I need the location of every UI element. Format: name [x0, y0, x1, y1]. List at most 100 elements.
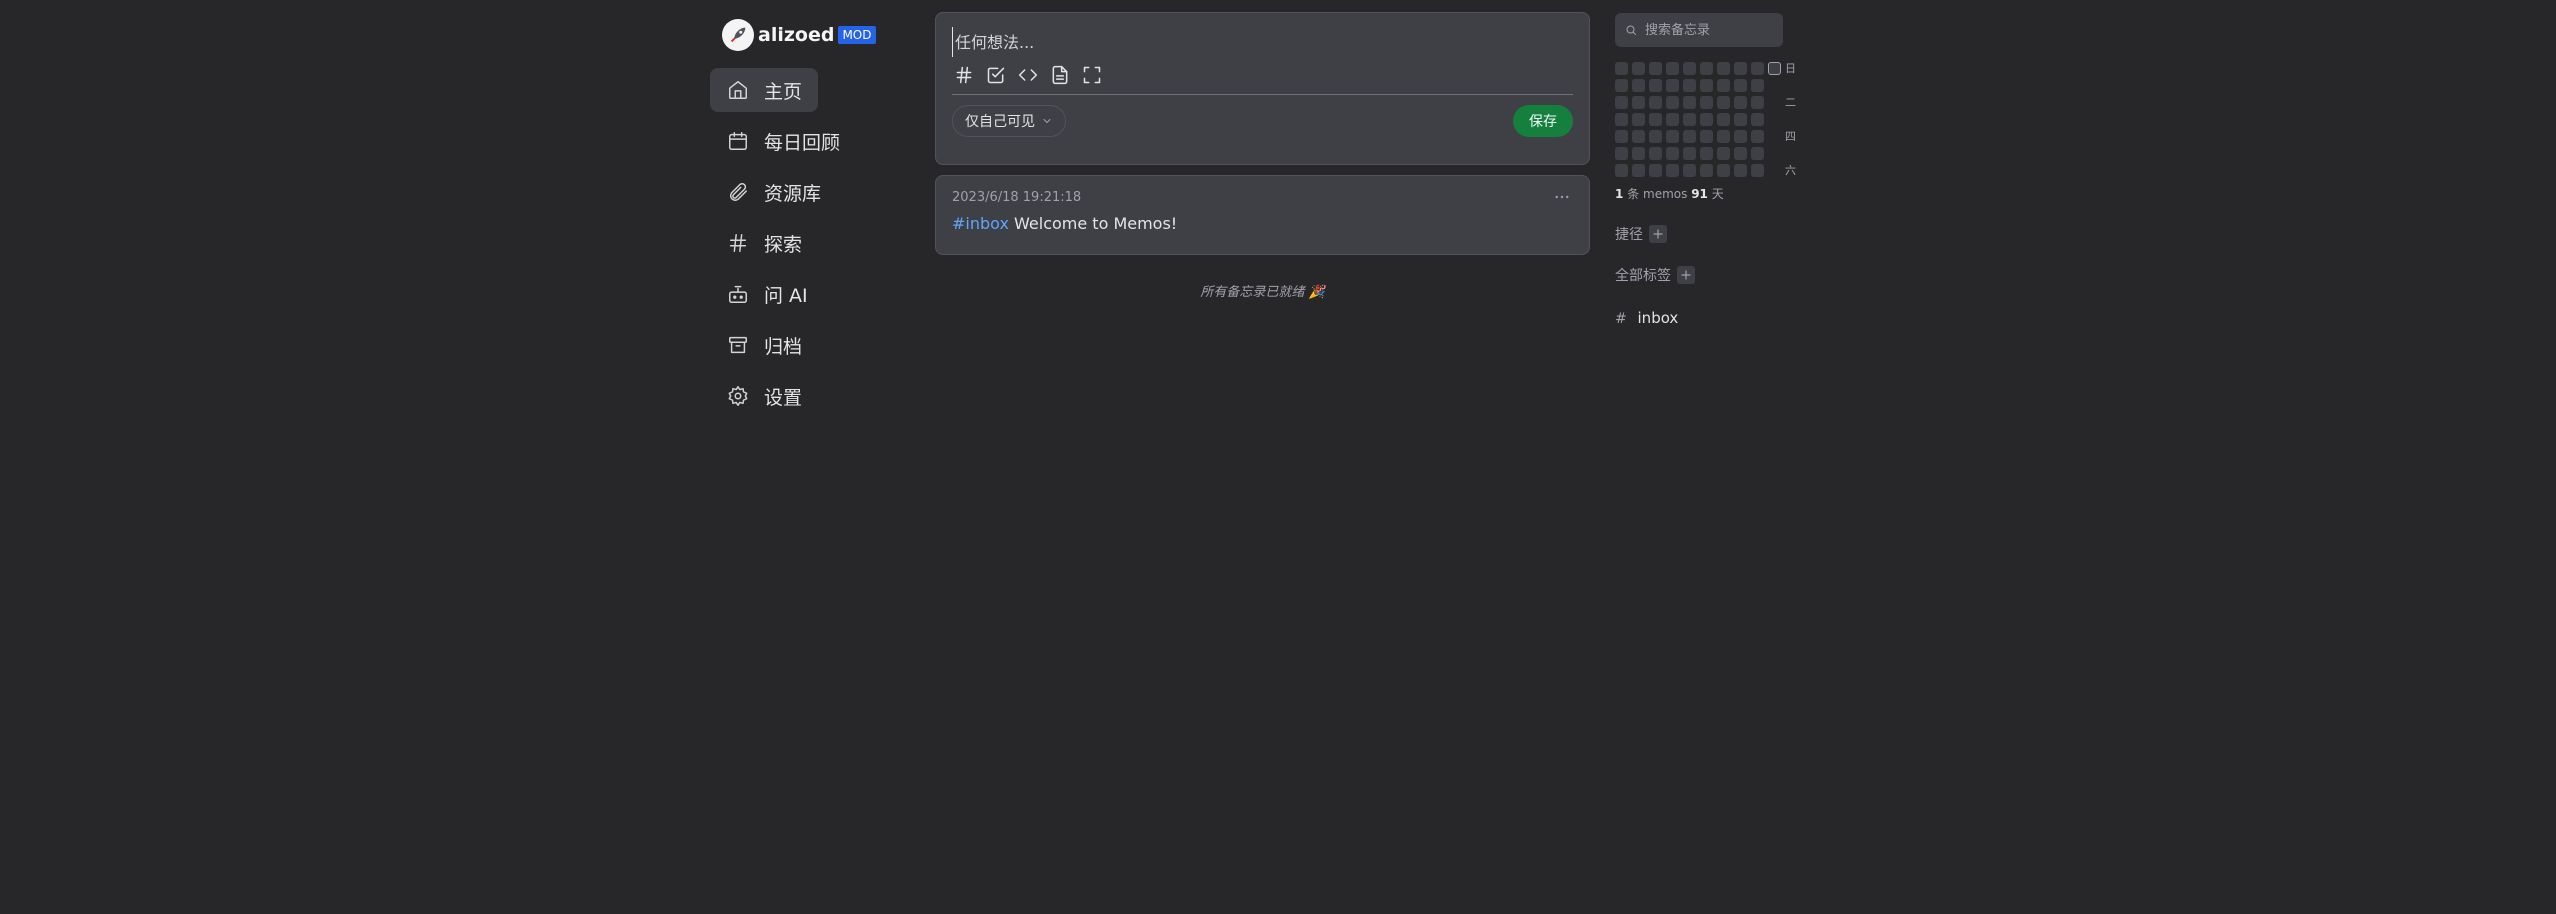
- heatmap-day-cell[interactable]: [1700, 96, 1713, 109]
- heatmap-day-cell[interactable]: [1734, 79, 1747, 92]
- heatmap-day-cell[interactable]: [1683, 96, 1696, 109]
- nav-item-archive[interactable]: 归档: [710, 323, 890, 367]
- nav-item-resources[interactable]: 资源库: [710, 170, 890, 214]
- heatmap-day-cell[interactable]: [1632, 147, 1645, 160]
- heatmap-day-cell[interactable]: [1649, 147, 1662, 160]
- heatmap-day-cell[interactable]: [1734, 113, 1747, 126]
- heatmap-day-cell[interactable]: [1666, 96, 1679, 109]
- heatmap-day-cell[interactable]: [1717, 113, 1730, 126]
- tag-button[interactable]: [952, 63, 976, 87]
- heatmap-day-cell[interactable]: [1632, 62, 1645, 75]
- heatmap-day-cell[interactable]: [1666, 113, 1679, 126]
- memo-more-button[interactable]: [1551, 186, 1573, 208]
- heatmap-today-cell[interactable]: [1768, 62, 1781, 75]
- heatmap-day-cell[interactable]: [1632, 164, 1645, 177]
- nav-item-ask-ai[interactable]: 问 AI: [710, 272, 890, 316]
- heatmap-day-cell[interactable]: [1632, 79, 1645, 92]
- heatmap-day-cell[interactable]: [1632, 96, 1645, 109]
- heatmap-day-cell[interactable]: [1683, 113, 1696, 126]
- heatmap-day-cell[interactable]: [1632, 113, 1645, 126]
- heatmap-day-cell[interactable]: [1666, 147, 1679, 160]
- add-shortcut-button[interactable]: [1649, 225, 1667, 243]
- nav-item-settings[interactable]: 设置: [710, 374, 890, 418]
- memo-text: Welcome to Memos!: [1014, 214, 1178, 233]
- heatmap-day-cell[interactable]: [1683, 164, 1696, 177]
- visibility-value: 仅自己可见: [965, 114, 1035, 130]
- nav-item-daily-review[interactable]: 每日回顾: [710, 119, 890, 163]
- tag-item-inbox[interactable]: # inbox: [1615, 309, 1805, 327]
- heatmap-day-cell[interactable]: [1751, 79, 1764, 92]
- heatmap-day-cell[interactable]: [1717, 96, 1730, 109]
- heatmap-day-cell[interactable]: [1683, 62, 1696, 75]
- days-count: 91: [1691, 187, 1708, 201]
- heatmap-day-cell[interactable]: [1615, 130, 1628, 143]
- heatmap-day-cell[interactable]: [1700, 130, 1713, 143]
- heatmap-day-cell[interactable]: [1734, 164, 1747, 177]
- heatmap-day-cell[interactable]: [1751, 147, 1764, 160]
- tags-section: 全部标签: [1615, 265, 1805, 285]
- heatmap-day-cell[interactable]: [1615, 147, 1628, 160]
- heatmap-day-cell[interactable]: [1734, 130, 1747, 143]
- memo-tag-link[interactable]: #inbox: [952, 214, 1009, 233]
- heatmap-day-cell[interactable]: [1615, 62, 1628, 75]
- heatmap-day-cell[interactable]: [1649, 62, 1662, 75]
- heatmap-day-cell[interactable]: [1700, 62, 1713, 75]
- heatmap-day-cell[interactable]: [1666, 130, 1679, 143]
- heatmap-day-cell[interactable]: [1666, 62, 1679, 75]
- heatmap-day-cell[interactable]: [1751, 113, 1764, 126]
- heatmap-day-cell[interactable]: [1734, 62, 1747, 75]
- heatmap-day-cell[interactable]: [1615, 96, 1628, 109]
- heatmap-day-cell[interactable]: [1700, 79, 1713, 92]
- heatmap-day-cell[interactable]: [1649, 96, 1662, 109]
- heatmap-day-cell[interactable]: [1717, 164, 1730, 177]
- weekday-labels: 日 二 四 六: [1785, 62, 1796, 177]
- activity-heatmap: [1615, 62, 1781, 177]
- todo-button[interactable]: [984, 63, 1008, 87]
- heatmap-day-cell[interactable]: [1615, 113, 1628, 126]
- heatmap-day-cell[interactable]: [1615, 79, 1628, 92]
- heatmap-day-cell[interactable]: [1717, 147, 1730, 160]
- save-button[interactable]: 保存: [1513, 105, 1573, 137]
- visibility-select[interactable]: 仅自己可见: [952, 105, 1066, 137]
- editor-toolbar: [952, 61, 1573, 95]
- heatmap-day-cell[interactable]: [1751, 130, 1764, 143]
- heatmap-day-cell[interactable]: [1717, 79, 1730, 92]
- heatmap-day-cell[interactable]: [1700, 147, 1713, 160]
- heatmap-day-cell[interactable]: [1734, 96, 1747, 109]
- search-input[interactable]: [1643, 21, 1773, 39]
- weekday-label: 六: [1785, 164, 1796, 177]
- heatmap-day-cell[interactable]: [1649, 79, 1662, 92]
- heatmap-day-cell[interactable]: [1734, 147, 1747, 160]
- heatmap-day-cell[interactable]: [1615, 164, 1628, 177]
- heatmap-day-cell[interactable]: [1683, 79, 1696, 92]
- heatmap-day-cell[interactable]: [1649, 113, 1662, 126]
- heatmap-day-cell[interactable]: [1751, 62, 1764, 75]
- heatmap-day-cell[interactable]: [1632, 130, 1645, 143]
- heatmap-empty-cell: [1768, 164, 1781, 177]
- brand[interactable]: alizoed MOD: [710, 16, 890, 54]
- memo-editor-input[interactable]: [952, 27, 1573, 57]
- attachment-button[interactable]: [1048, 63, 1072, 87]
- heatmap-day-cell[interactable]: [1717, 130, 1730, 143]
- heatmap-day-cell[interactable]: [1666, 79, 1679, 92]
- nav-item-home[interactable]: 主页: [710, 68, 818, 112]
- heatmap-day-cell[interactable]: [1717, 62, 1730, 75]
- heatmap-day-cell[interactable]: [1700, 113, 1713, 126]
- heatmap-day-cell[interactable]: [1751, 164, 1764, 177]
- memo-timestamp[interactable]: 2023/6/18 19:21:18: [952, 190, 1081, 205]
- heatmap-day-cell[interactable]: [1649, 130, 1662, 143]
- avatar: [722, 19, 754, 51]
- heatmap-day-cell[interactable]: [1683, 147, 1696, 160]
- add-tag-button[interactable]: [1677, 266, 1695, 284]
- heatmap-day-cell[interactable]: [1649, 164, 1662, 177]
- heatmap-day-cell[interactable]: [1700, 164, 1713, 177]
- code-button[interactable]: [1016, 63, 1040, 87]
- fullscreen-button[interactable]: [1080, 63, 1104, 87]
- heatmap-day-cell[interactable]: [1751, 96, 1764, 109]
- search-box[interactable]: [1615, 13, 1783, 47]
- heatmap-day-cell[interactable]: [1666, 164, 1679, 177]
- nav-item-label: 资源库: [764, 182, 822, 205]
- nav-item-explore[interactable]: 探索: [710, 221, 890, 265]
- heatmap-day-cell[interactable]: [1683, 130, 1696, 143]
- rocket-icon: [730, 27, 746, 43]
